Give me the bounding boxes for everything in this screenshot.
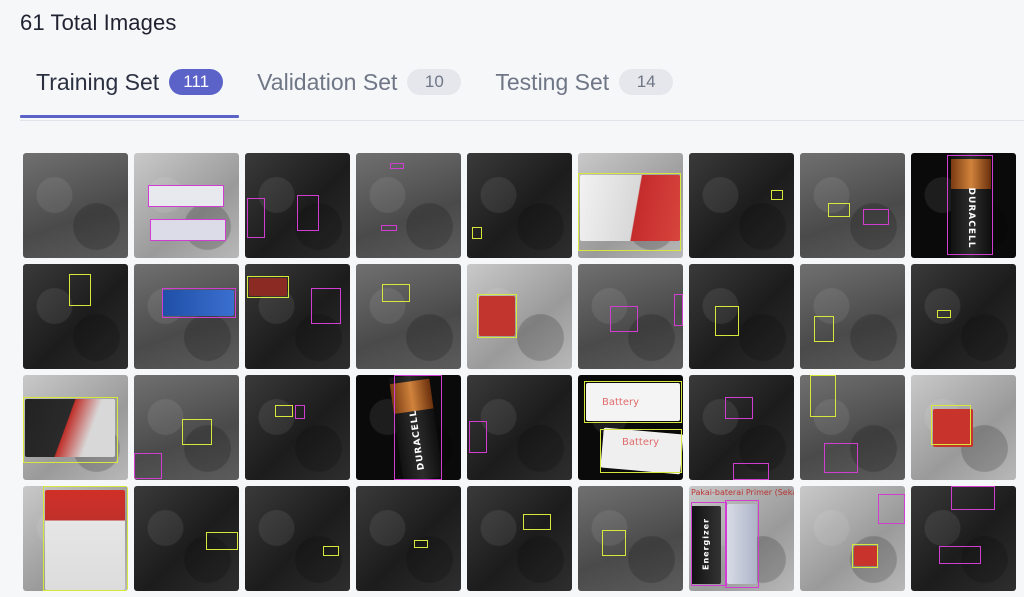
image-thumbnail[interactable] [689, 375, 794, 480]
tab-training-set[interactable]: Training Set 111 [20, 58, 240, 118]
image-thumbnail[interactable] [356, 153, 461, 258]
image-thumbnail[interactable] [578, 153, 683, 258]
image-thumbnail[interactable]: DURACELL [356, 375, 461, 480]
image-thumbnail[interactable]: Pakai-baterai Primer (Sekali Pakai) Ener… [689, 486, 794, 591]
image-thumbnail[interactable] [134, 486, 239, 591]
image-thumbnail[interactable] [800, 375, 905, 480]
tab-testing-set[interactable]: Testing Set 14 [479, 58, 689, 106]
image-thumbnail[interactable] [578, 264, 683, 369]
image-thumbnail[interactable] [23, 153, 128, 258]
image-thumbnail[interactable] [23, 486, 128, 591]
tab-label: Training Set [36, 68, 160, 95]
image-thumbnail[interactable] [467, 486, 572, 591]
image-thumbnail[interactable]: Battery Battery [578, 375, 683, 480]
image-thumbnail[interactable] [23, 264, 128, 369]
image-thumbnail[interactable] [245, 264, 350, 369]
tab-label: Testing Set [495, 68, 610, 95]
image-thumbnail[interactable] [356, 486, 461, 591]
count-badge: 111 [169, 69, 224, 95]
image-thumbnail[interactable] [245, 153, 350, 258]
image-thumbnail[interactable] [134, 153, 239, 258]
image-thumbnail[interactable] [800, 264, 905, 369]
image-thumbnail[interactable] [689, 264, 794, 369]
image-thumbnail[interactable] [911, 486, 1016, 591]
count-badge: 14 [619, 69, 674, 95]
image-thumbnail[interactable] [23, 375, 128, 480]
image-thumbnail[interactable]: DURACELL [911, 153, 1016, 258]
image-thumbnail[interactable] [689, 153, 794, 258]
image-thumbnail[interactable] [800, 153, 905, 258]
image-thumbnail[interactable] [911, 375, 1016, 480]
image-thumbnail[interactable] [467, 264, 572, 369]
dataset-split-tabs: Training Set 111 Validation Set 10 Testi… [20, 58, 1024, 121]
image-thumbnail[interactable] [578, 486, 683, 591]
image-grid: DURACELL DURACELL Battery Battery Pakai-… [23, 153, 1016, 591]
image-thumbnail[interactable] [134, 264, 239, 369]
count-badge: 10 [407, 69, 462, 95]
image-thumbnail[interactable] [467, 153, 572, 258]
image-thumbnail[interactable] [911, 264, 1016, 369]
tab-validation-set[interactable]: Validation Set 10 [241, 58, 477, 106]
image-thumbnail[interactable] [245, 486, 350, 591]
tab-label: Validation Set [257, 68, 398, 95]
image-thumbnail[interactable] [467, 375, 572, 480]
image-thumbnail[interactable] [800, 486, 905, 591]
image-thumbnail[interactable] [134, 375, 239, 480]
image-thumbnail[interactable] [356, 264, 461, 369]
batteries-sign-text: Pakai-baterai Primer (Sekali Pakai) [691, 488, 794, 497]
image-thumbnail[interactable] [245, 375, 350, 480]
total-images-title: 61 Total Images [20, 10, 177, 35]
